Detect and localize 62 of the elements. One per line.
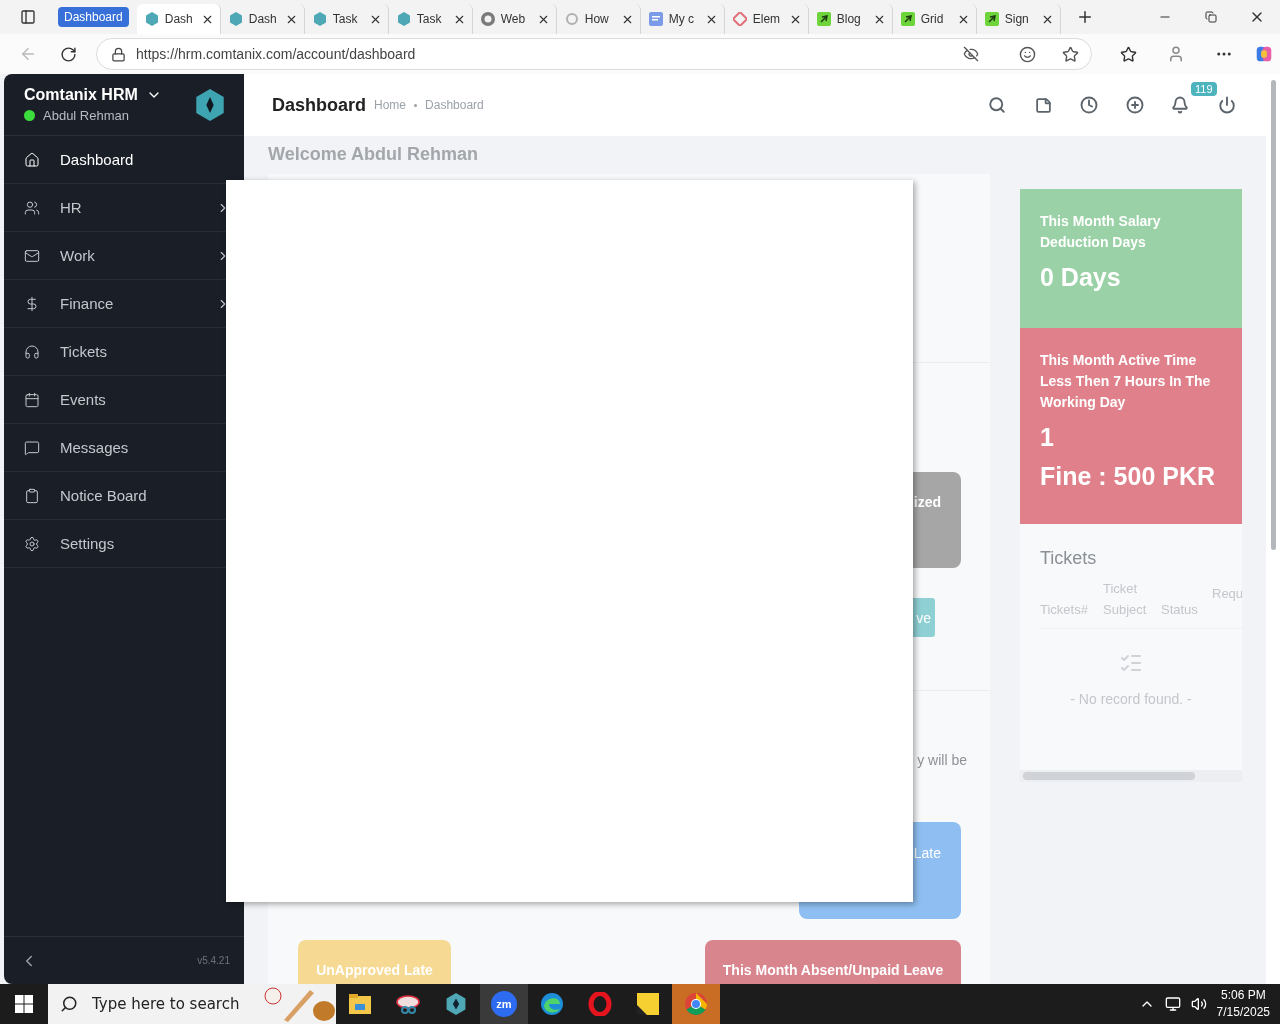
scrollbar-thumb[interactable] <box>1270 80 1276 550</box>
smiley-icon[interactable] <box>1019 45 1036 63</box>
hexagon-icon <box>312 12 327 26</box>
sticky-note-icon <box>637 993 659 1015</box>
message-icon <box>24 439 40 456</box>
folder-icon <box>349 994 371 1014</box>
brand-name: Comtanix HRM <box>24 86 138 104</box>
scrollbar-thumb[interactable] <box>1023 772 1195 780</box>
star-icon[interactable] <box>1062 45 1079 63</box>
bell-icon[interactable] <box>1170 94 1190 116</box>
hexagon-logo-icon <box>194 88 226 121</box>
summary-card: This Month Absent/Unpaid Leave <box>705 940 961 984</box>
users-icon <box>24 199 40 216</box>
clipboard-icon <box>24 487 40 504</box>
stat-value: 0 Days <box>1040 263 1122 292</box>
ring-logo-icon <box>588 992 612 1016</box>
diamond-icon <box>732 12 747 26</box>
search-field[interactable]: Type here to search <box>90 994 252 1014</box>
leaf-logo-icon <box>984 12 999 26</box>
tab-group-label[interactable]: Dashboard <box>58 7 129 27</box>
circle-logo-icon <box>684 992 708 1016</box>
dollar-icon <box>24 295 40 312</box>
settings-icon <box>24 535 40 552</box>
version-label: v5.4.21 <box>197 955 230 966</box>
baseball-drawing <box>264 986 336 1022</box>
hexagon-icon <box>228 12 243 26</box>
stat-title: This Month Active Time Less Then 7 Hours In The Working Day <box>1040 351 1212 412</box>
volume-icon[interactable] <box>1190 996 1207 1012</box>
search-icon[interactable] <box>60 995 78 1013</box>
circle-logo-icon <box>480 12 495 26</box>
document-icon <box>648 12 663 26</box>
headset-icon <box>24 343 40 360</box>
lock-icon[interactable] <box>111 46 126 62</box>
ring-icon <box>564 12 579 26</box>
envelope-icon <box>24 247 40 264</box>
note-text: y will be <box>917 752 967 768</box>
page-title: Dashboard <box>272 94 367 116</box>
stat-value: 1 <box>1040 423 1055 452</box>
stat-title: This Month Salary Deduction Days <box>1040 212 1162 252</box>
hexagon-icon <box>144 12 159 26</box>
zoom-logo-icon: zm <box>491 991 517 1017</box>
calendar-icon <box>24 391 40 408</box>
home-icon <box>24 151 40 168</box>
taskbar-search-bar[interactable]: Type here to search <box>48 984 336 1024</box>
hexagon-icon <box>445 993 467 1015</box>
clock-date: 7/15/2025 <box>1216 1004 1270 1021</box>
notification-badge: 119 <box>1191 82 1217 96</box>
leaf-logo-icon <box>816 12 831 26</box>
wave-logo-icon <box>540 992 564 1016</box>
fine-amount: Fine : 500 PKR <box>1040 462 1217 491</box>
user-name: Abdul Rehman <box>43 108 129 123</box>
card-title: Tickets <box>1040 548 1098 569</box>
summary-card: UnApproved Late <box>298 940 451 984</box>
leaf-logo-icon <box>900 12 915 26</box>
browser-tab[interactable]: Dash <box>136 4 221 34</box>
welcome-heading: Welcome Abdul Rehman <box>267 143 480 166</box>
taskbar-app[interactable]: zm <box>480 984 528 1024</box>
network-icon[interactable] <box>1164 996 1181 1012</box>
eye-off-icon[interactable] <box>963 46 979 62</box>
hexagon-icon <box>396 12 411 26</box>
clock-time: 5:06 PM <box>1220 987 1266 1004</box>
snipping-tool-icon <box>396 993 420 1015</box>
